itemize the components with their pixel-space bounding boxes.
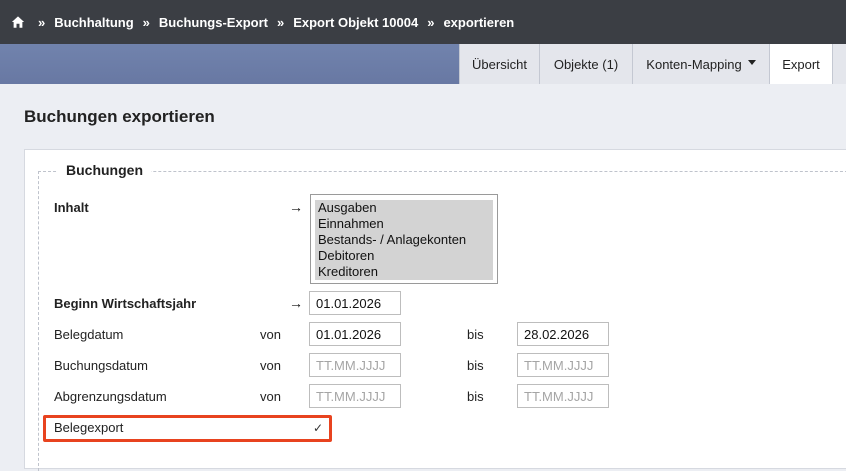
- belegdatum-from-label: von: [260, 327, 281, 342]
- buchungsdatum-label: Buchungsdatum: [54, 358, 148, 373]
- listbox-option-bestandskonten[interactable]: Bestands- / Anlagekonten: [315, 232, 493, 248]
- belegexport-checkbox[interactable]: ✓: [313, 421, 323, 435]
- listbox-option-ausgaben[interactable]: Ausgaben: [315, 200, 493, 216]
- content-listbox[interactable]: Ausgaben Einnahmen Bestands- / Anlagekon…: [310, 194, 498, 284]
- arrow-icon: →: [289, 295, 303, 311]
- chevron-down-icon: [747, 59, 756, 65]
- tab-objects-label: Objekte (1): [553, 56, 619, 72]
- tab-export[interactable]: Export: [769, 44, 832, 84]
- breadcrumb-item-export-objekt[interactable]: Export Objekt 10004: [293, 15, 418, 30]
- tab-export-label: Export: [782, 56, 820, 72]
- belegdatum-label: Belegdatum: [54, 327, 124, 342]
- belegdatum-to-input[interactable]: 28.02.2026: [517, 322, 609, 346]
- tab-overview[interactable]: Übersicht: [459, 44, 539, 84]
- abgrenzungsdatum-from-input[interactable]: TT.MM.JJJJ: [309, 384, 401, 408]
- home-icon[interactable]: [11, 15, 25, 29]
- belegexport-label: Belegexport: [54, 420, 124, 435]
- tab-bar: Übersicht Objekte (1) Konten-Mapping Exp…: [0, 44, 846, 84]
- buchungsdatum-from-label: von: [260, 358, 281, 373]
- abgrenzungsdatum-to-input[interactable]: TT.MM.JJJJ: [517, 384, 609, 408]
- fiscal-start-label: Beginn Wirtschaftsjahr: [54, 296, 197, 311]
- tab-konten-mapping-label: Konten-Mapping: [646, 56, 742, 72]
- listbox-option-einnahmen[interactable]: Einnahmen: [315, 216, 493, 232]
- fiscal-start-input[interactable]: 01.01.2026: [309, 291, 401, 315]
- tab-next[interactable]: [832, 44, 846, 84]
- abgrenzungsdatum-to-label: bis: [467, 389, 484, 404]
- breadcrumb-separator: »: [38, 14, 46, 30]
- breadcrumb-separator: »: [427, 14, 435, 30]
- abgrenzungsdatum-from-label: von: [260, 389, 281, 404]
- buchungsdatum-from-input[interactable]: TT.MM.JJJJ: [309, 353, 401, 377]
- tab-objects[interactable]: Objekte (1): [539, 44, 632, 84]
- content-label: Inhalt: [54, 200, 89, 215]
- breadcrumb-separator: »: [142, 14, 150, 30]
- arrow-icon: →: [289, 199, 303, 215]
- breadcrumb-item-buchhaltung[interactable]: Buchhaltung: [54, 15, 133, 30]
- section-legend: Buchungen: [58, 162, 151, 178]
- breadcrumb-bar: » Buchhaltung » Buchungs-Export » Export…: [0, 0, 846, 44]
- tab-overview-label: Übersicht: [472, 56, 527, 72]
- listbox-option-kreditoren[interactable]: Kreditoren: [315, 264, 493, 280]
- tab-konten-mapping[interactable]: Konten-Mapping: [632, 44, 769, 84]
- page-title: Buchungen exportieren: [24, 107, 215, 126]
- buchungsdatum-to-label: bis: [467, 358, 484, 373]
- abgrenzungsdatum-label: Abgrenzungsdatum: [54, 389, 167, 404]
- belegdatum-from-input[interactable]: 01.01.2026: [309, 322, 401, 346]
- listbox-option-debitoren[interactable]: Debitoren: [315, 248, 493, 264]
- breadcrumb-separator: »: [276, 14, 285, 30]
- breadcrumb-item-current: exportieren: [443, 14, 515, 30]
- buchungsdatum-to-input[interactable]: TT.MM.JJJJ: [517, 353, 609, 377]
- belegdatum-to-label: bis: [467, 327, 484, 342]
- breadcrumb-item-buchungs-export[interactable]: Buchungs-Export: [159, 15, 268, 30]
